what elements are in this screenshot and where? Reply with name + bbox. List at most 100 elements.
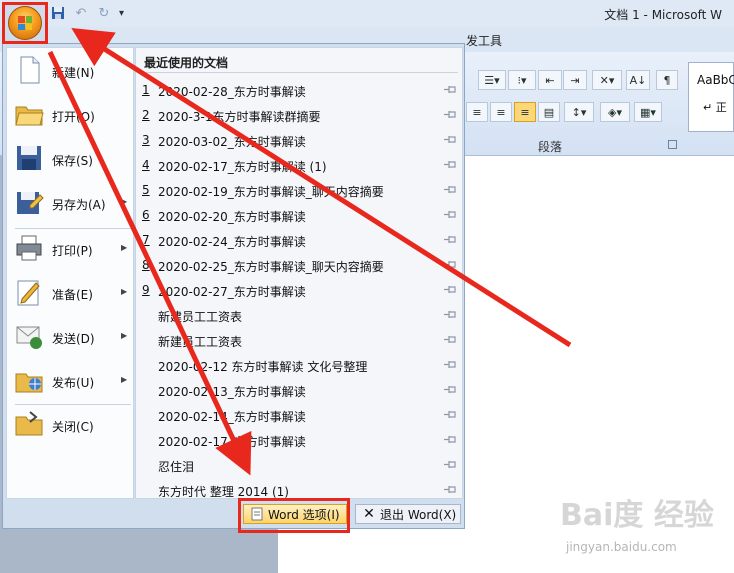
recent-document-item[interactable]: 5 2020-02-19_东方时事解读_聊天内容摘要 (136, 178, 462, 202)
borders-button[interactable]: ▦▾ (634, 102, 662, 122)
watermark-logo: Bai度 经验 (560, 498, 714, 533)
menu-item-save[interactable]: 保存(S) (7, 138, 135, 180)
recent-document-item[interactable]: 新建员工工资表 (136, 303, 462, 327)
menu-item-close[interactable]: 关闭(C) (7, 404, 135, 446)
prepare-icon (17, 280, 40, 306)
chinese-layout-button[interactable]: ✕▾ (592, 70, 622, 90)
close-folder-icon (15, 411, 43, 436)
pin-icon[interactable] (443, 460, 457, 469)
recent-document-number: 4 (142, 158, 150, 172)
pin-icon[interactable] (443, 110, 457, 119)
recent-document-item[interactable]: 3 2020-03-02_东方时事解读 (136, 128, 462, 152)
recent-divider (140, 72, 458, 73)
recent-document-item[interactable]: 6 2020-02-20_东方时事解读 (136, 203, 462, 227)
submenu-arrow-icon: ▶ (121, 287, 128, 296)
pin-icon[interactable] (443, 335, 457, 344)
increase-indent-button[interactable]: ⇥ (563, 70, 587, 90)
style-name: ↵ 正 (703, 101, 727, 114)
justify-button[interactable]: ≡ (514, 102, 536, 122)
menu-item-prepare[interactable]: 准备(E) ▶ (7, 272, 135, 314)
pin-icon[interactable] (443, 385, 457, 394)
line-spacing-button[interactable]: ↕▾ (564, 102, 594, 122)
window-title: 文档 1 - Microsoft W (604, 8, 722, 22)
align-center-button[interactable]: ≡ (466, 102, 488, 122)
pin-icon[interactable] (443, 135, 457, 144)
recent-document-name: 忍住泪 (158, 460, 195, 474)
recent-document-item[interactable]: 2 2020-3-1东方时事解读群摘要 (136, 103, 462, 127)
submenu-arrow-icon: ▶ (121, 375, 128, 384)
save-icon (17, 146, 41, 170)
recent-document-item[interactable]: 新建员工工资表 (136, 328, 462, 352)
recent-document-item[interactable]: 4 2020-02-17_东方时事解读 (1) (136, 153, 462, 177)
numbering-button[interactable]: ⁝▾ (508, 70, 536, 90)
pin-icon[interactable] (443, 260, 457, 269)
pin-icon[interactable] (443, 85, 457, 94)
shading-button[interactable]: ◈▾ (600, 102, 630, 122)
bullets-button[interactable]: ☰▾ (478, 70, 506, 90)
recent-document-item[interactable]: 1 2020-02-28_东方时事解读 (136, 78, 462, 102)
pin-icon[interactable] (443, 310, 457, 319)
office-button[interactable] (2, 2, 48, 44)
recent-document-item[interactable]: 2020-02-17_东方时事解读 (136, 428, 462, 452)
style-sample: AaBbC (697, 73, 734, 87)
recent-document-item[interactable]: 7 2020-02-24_东方时事解读 (136, 228, 462, 252)
pin-icon[interactable] (443, 235, 457, 244)
undo-icon[interactable]: ↶ (71, 3, 91, 23)
submenu-arrow-icon: ▶ (121, 331, 128, 340)
align-right-button[interactable]: ≡ (490, 102, 512, 122)
pin-icon[interactable] (443, 160, 457, 169)
menu-item-publish[interactable]: 发布(U) ▶ (7, 360, 135, 402)
pin-icon[interactable] (443, 210, 457, 219)
pin-icon[interactable] (443, 485, 457, 494)
pin-icon[interactable] (443, 410, 457, 419)
recent-document-item[interactable]: 2020-02-13_东方时事解读 (136, 378, 462, 402)
tab-developer[interactable]: 发工具 (466, 32, 502, 49)
recent-document-item[interactable]: 忍住泪 (136, 453, 462, 477)
recent-document-item[interactable]: 2020-02-14_东方时事解读 (136, 403, 462, 427)
menu-item-save-as[interactable]: 另存为(A) ▶ (7, 182, 135, 224)
recent-document-name: 2020-02-24_东方时事解读 (158, 235, 306, 249)
paragraph-group-label: 段落 (538, 140, 563, 154)
pin-icon[interactable] (443, 285, 457, 294)
distributed-button[interactable]: ▤ (538, 102, 560, 122)
pin-icon[interactable] (443, 185, 457, 194)
recent-document-name: 2020-02-28_东方时事解读 (158, 85, 306, 99)
recent-document-number: 9 (142, 283, 150, 297)
exit-word-button[interactable]: ✕ 退出 Word(X) (355, 504, 461, 524)
menu-item-open[interactable]: 打开(O) (7, 94, 135, 136)
recent-document-item[interactable]: 8 2020-02-25_东方时事解读_聊天内容摘要 (136, 253, 462, 277)
recent-document-number: 2 (142, 108, 150, 122)
recent-document-name: 新建员工工资表 (158, 310, 243, 324)
recent-document-item[interactable]: 9 2020-02-27_东方时事解读 (136, 278, 462, 302)
recent-document-number: 6 (142, 208, 150, 222)
menu-item-send[interactable]: 发送(D) ▶ (7, 316, 135, 358)
show-marks-button[interactable]: ¶ (656, 70, 678, 90)
menu-item-new[interactable]: 新建(N) (7, 50, 135, 92)
styles-gallery[interactable]: AaBbC ↵ 正 (688, 62, 734, 132)
recent-document-name: 2020-3-1东方时事解读群摘要 (158, 110, 321, 124)
menu-item-print[interactable]: 打印(P) ▶ (7, 228, 135, 270)
recent-document-number: 7 (142, 233, 150, 247)
recent-documents-title: 最近使用的文档 (144, 56, 229, 70)
menu-item-label: 发送(D) (52, 332, 95, 346)
pin-icon[interactable] (443, 435, 457, 444)
office-menu-commands: 新建(N) 打开(O) 保存(S) 另存为(A) ▶ 打印(P) ▶ 准备(E)… (6, 47, 134, 499)
title-bar: ↶ ↻ ▾ 文档 1 - Microsoft W (0, 0, 734, 27)
submenu-arrow-icon: ▶ (121, 197, 128, 206)
save-icon[interactable] (48, 3, 68, 23)
watermark-url: jingyan.baidu.com (566, 540, 677, 554)
submenu-arrow-icon: ▶ (121, 243, 128, 252)
recent-document-name: 2020-03-02_东方时事解读 (158, 135, 306, 149)
customize-toolbar-button[interactable]: ▾ (119, 8, 124, 19)
recent-document-name: 2020-02-14_东方时事解读 (158, 410, 306, 424)
redo-icon[interactable]: ↻ (94, 3, 114, 23)
paragraph-dialog-launcher[interactable] (668, 140, 677, 149)
recent-document-item[interactable]: 2020-02-12 东方时事解读 文化号整理 (136, 353, 462, 377)
exit-word-label: 退出 Word(X) (380, 507, 457, 522)
menu-item-label: 关闭(C) (52, 420, 94, 434)
sort-button[interactable]: A↓ (626, 70, 650, 90)
quick-access-toolbar: ↶ ↻ ▾ (48, 2, 124, 24)
pin-icon[interactable] (443, 360, 457, 369)
decrease-indent-button[interactable]: ⇤ (538, 70, 562, 90)
office-menu-footer: Word 选项(I) ✕ 退出 Word(X) (3, 500, 464, 528)
